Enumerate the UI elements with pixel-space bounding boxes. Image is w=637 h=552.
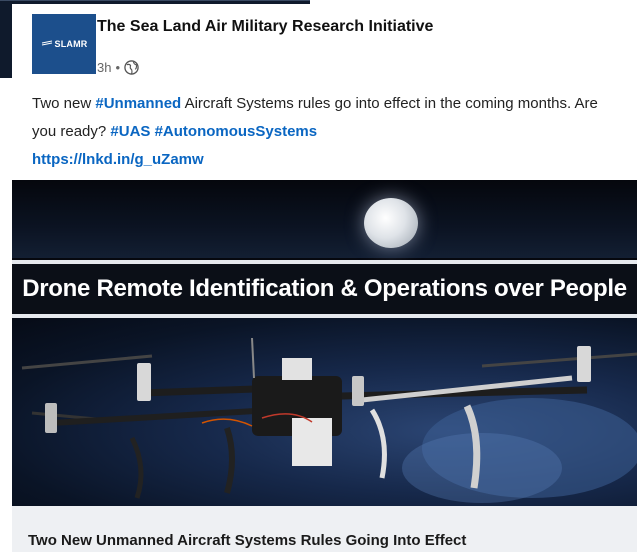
link-preview-title[interactable]: Two New Unmanned Aircraft Systems Rules … <box>28 532 466 549</box>
post-text-1: Two new <box>32 95 96 112</box>
moon-graphic <box>364 198 418 248</box>
hashtag-uas[interactable]: #UAS <box>110 123 150 140</box>
drone-photo <box>12 318 637 506</box>
background-divider <box>0 0 310 1</box>
post-meta: 3h • <box>97 60 139 75</box>
post-time: 3h <box>97 60 112 75</box>
post-link[interactable]: https://lnkd.in/g_uZamw <box>32 151 204 168</box>
organization-logo[interactable]: SLAMR <box>32 14 96 74</box>
logo-stars <box>41 38 53 50</box>
hashtag-unmanned[interactable]: #Unmanned <box>95 95 181 112</box>
night-sky <box>12 180 637 258</box>
hashtag-autonomous-systems[interactable]: #AutonomousSystems <box>155 123 318 140</box>
image-banner: Drone Remote Identification & Operations… <box>12 260 637 318</box>
avatar-label: SLAMR <box>54 39 88 49</box>
author-name[interactable]: The Sea Land Air Military Research Initi… <box>97 18 433 36</box>
drone-illustration <box>21 337 637 503</box>
link-preview[interactable]: Two New Unmanned Aircraft Systems Rules … <box>12 506 637 552</box>
post-body: Two new #Unmanned Aircraft Systems rules… <box>32 90 622 174</box>
meta-separator: • <box>115 60 121 75</box>
feed-post-card: SLAMR The Sea Land Air Military Research… <box>12 4 637 552</box>
banner-title: Drone Remote Identification & Operations… <box>22 275 627 302</box>
post-image[interactable]: Drone Remote Identification & Operations… <box>12 180 637 506</box>
slamr-logo-icon: SLAMR <box>41 38 88 50</box>
globe-icon <box>124 60 139 75</box>
